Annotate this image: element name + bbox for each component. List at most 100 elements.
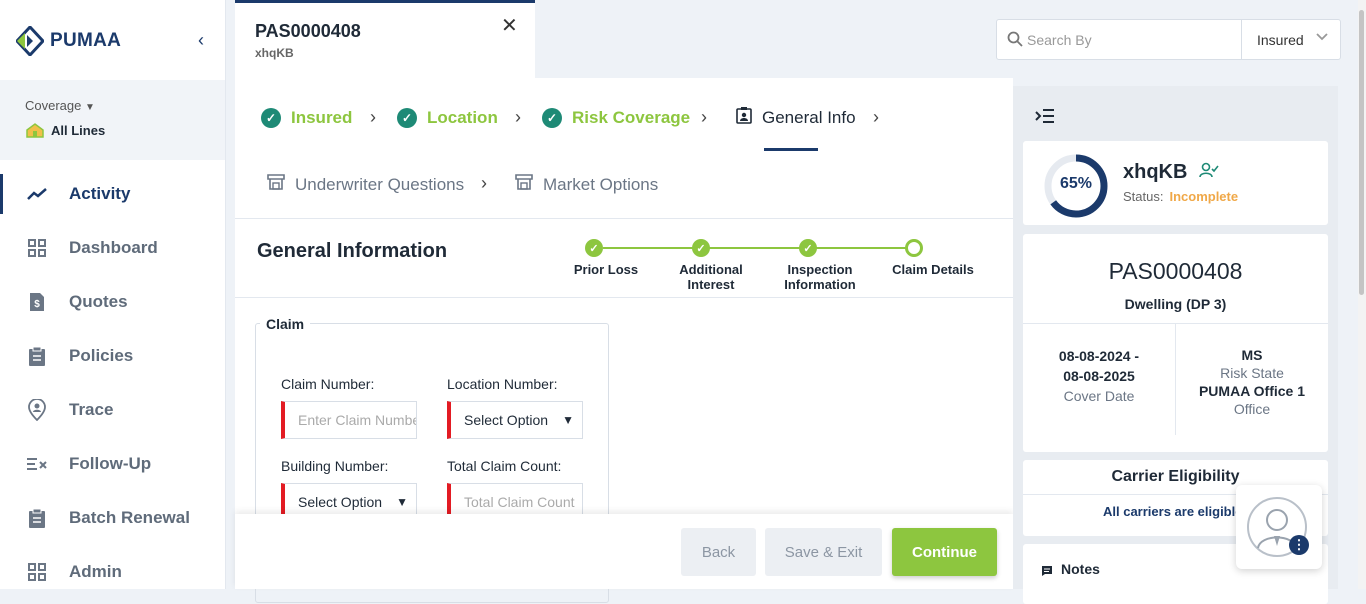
step-label: General Info <box>762 107 856 127</box>
nav-activity[interactable]: Activity <box>0 172 225 216</box>
search-icon <box>1007 31 1023 51</box>
nav-batch-renewal[interactable]: Batch Renewal <box>0 496 225 540</box>
check-circle-icon: ✓ <box>542 108 562 128</box>
select-value: Select Option <box>298 494 383 510</box>
claim-legend: Claim <box>260 316 311 332</box>
store-icon <box>515 174 533 195</box>
completion-ring: 65% <box>1043 153 1109 219</box>
search-input[interactable]: Search By <box>1027 32 1092 48</box>
collapse-panel-icon[interactable] <box>1035 108 1055 129</box>
more-options-icon[interactable]: ⋮ <box>1289 535 1309 555</box>
carrier-eligibility-text: All carriers are eligible <box>1103 504 1243 519</box>
assistant-widget[interactable]: ⋮ <box>1236 485 1322 569</box>
progress-label-line: Information <box>784 277 856 292</box>
search-filter-select[interactable]: Insured <box>1257 32 1304 48</box>
tab-policy[interactable]: PAS0000408 xhqKB ✕ <box>235 0 535 78</box>
nav-label: Policies <box>69 346 134 365</box>
step-market-options[interactable]: Market Options <box>515 174 658 195</box>
nav-admin[interactable]: Admin <box>0 550 225 594</box>
nav-label: Admin <box>69 562 122 581</box>
step-risk-coverage[interactable]: ✓ Risk Coverage <box>542 108 690 128</box>
tab-title: PAS0000408 <box>255 21 361 41</box>
chevron-down-icon[interactable] <box>1315 29 1329 45</box>
user-check-icon[interactable] <box>1199 161 1219 183</box>
coverage-label: Coverage ▼ <box>25 98 95 113</box>
chevron-right-icon: › <box>481 173 487 193</box>
nav-quotes[interactable]: $ Quotes <box>0 280 225 324</box>
divider <box>235 297 1013 298</box>
nav-follow-up[interactable]: Follow-Up <box>0 442 225 486</box>
scrollbar-thumb[interactable] <box>1359 10 1364 295</box>
chevron-right-icon: › <box>873 107 879 127</box>
building-number-label: Building Number: <box>281 458 389 474</box>
cover-date-caption: Cover Date <box>1063 388 1135 404</box>
continue-button[interactable]: Continue <box>892 528 997 576</box>
collapse-sidebar-icon[interactable]: ‹ <box>198 30 204 51</box>
cover-date: 08-08-2024 - 08-08-2025 Cover Date <box>1023 346 1175 406</box>
insured-name-text: xhqKB <box>1123 161 1188 183</box>
grid-icon <box>26 561 48 583</box>
search-divider <box>1241 20 1242 59</box>
risk-state-office: MS Risk State PUMAA Office 1 Office <box>1176 346 1328 418</box>
sidebar: PUMAA ‹ Coverage ▼ All Lines Activity Da… <box>0 0 226 589</box>
progress-label-inspection: Inspection Information <box>775 262 865 292</box>
progress-dot-inspection[interactable]: ✓ <box>799 239 817 257</box>
total-claim-count-label: Total Claim Count: <box>447 458 562 474</box>
section-title: General Information <box>257 240 448 262</box>
nav-dashboard[interactable]: Dashboard <box>0 226 225 270</box>
nav-label: Quotes <box>69 292 128 311</box>
risk-state-caption: Risk State <box>1220 365 1284 381</box>
progress-dot-claim-details[interactable] <box>905 239 923 257</box>
caret-down-icon: ▼ <box>396 495 408 509</box>
progress-dot-additional-interest[interactable]: ✓ <box>692 239 710 257</box>
nav-label: Batch Renewal <box>69 508 190 527</box>
step-location[interactable]: ✓ Location <box>397 108 498 128</box>
select-value: Select Option <box>464 412 549 428</box>
location-number-label: Location Number: <box>447 376 558 392</box>
pumaa-logo-icon <box>16 26 44 56</box>
progress-dot-prior-loss[interactable]: ✓ <box>585 239 603 257</box>
policy-number: PAS0000408 <box>1108 258 1243 284</box>
main-panel: ✓ Insured › ✓ Location › ✓ Risk Coverage… <box>235 78 1013 603</box>
step-insured[interactable]: ✓ Insured <box>261 108 352 128</box>
check-circle-icon: ✓ <box>397 108 417 128</box>
store-icon <box>267 174 285 195</box>
trending-up-icon <box>26 183 48 205</box>
caret-down-icon: ▼ <box>562 413 574 427</box>
coverage-selector[interactable]: Coverage ▼ All Lines <box>0 80 225 160</box>
back-button[interactable]: Back <box>681 528 756 576</box>
footer-actions: Back Save & Exit Continue <box>235 514 1013 589</box>
cover-date-start: 08-08-2024 - <box>1058 348 1140 364</box>
location-number-select[interactable]: Select Option ▼ <box>447 401 583 439</box>
close-icon[interactable]: ✕ <box>501 13 518 38</box>
claim-number-input[interactable]: Enter Claim Number <box>281 401 417 439</box>
nav-label: Dashboard <box>69 238 158 257</box>
dollar-doc-icon: $ <box>26 291 48 313</box>
office-name: PUMAA Office 1 <box>1198 383 1306 399</box>
svg-text:$: $ <box>34 299 40 310</box>
carrier-eligibility-title: Carrier Eligibility <box>1111 468 1240 485</box>
chevron-right-icon: › <box>701 107 707 127</box>
notes-title: Notes <box>1061 561 1100 577</box>
save-exit-button[interactable]: Save & Exit <box>765 528 882 576</box>
step-label: Underwriter Questions <box>295 174 465 194</box>
check-circle-icon: ✓ <box>261 108 281 128</box>
risk-state: MS <box>1241 347 1263 363</box>
nav-policies[interactable]: Policies <box>0 334 225 378</box>
chevron-down-icon: ▼ <box>85 102 95 113</box>
divider <box>235 218 1013 219</box>
brand-name: PUMAA <box>50 30 122 51</box>
nav-label: Activity <box>69 184 131 203</box>
step-underwriter-questions[interactable]: Underwriter Questions <box>267 174 464 195</box>
step-general-info[interactable]: General Info <box>736 106 856 129</box>
progress-label-line: Additional <box>679 262 743 277</box>
brand-logo[interactable]: PUMAA <box>16 26 121 56</box>
step-label: Risk Coverage <box>572 108 691 127</box>
policy-form: Dwelling (DP 3) <box>1124 296 1227 312</box>
policy-card: PAS0000408 Dwelling (DP 3) 08-08-2024 - … <box>1023 234 1328 452</box>
chevron-right-icon: › <box>515 107 521 127</box>
status-badge: Incomplete <box>1169 189 1239 204</box>
nav-trace[interactable]: Trace <box>0 388 225 432</box>
insured-name: xhqKB <box>1123 161 1219 184</box>
coverage-value: All Lines <box>25 122 105 138</box>
